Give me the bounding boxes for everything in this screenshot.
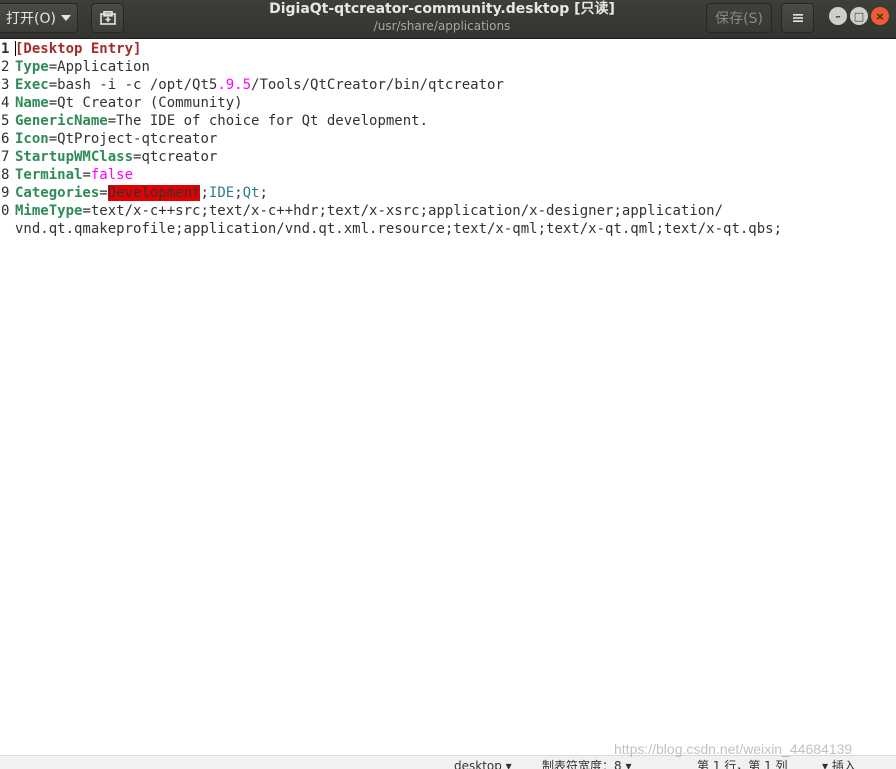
line-number: 8 <box>1 167 10 183</box>
code-line: GenericName=The IDE of choice for Qt dev… <box>15 112 428 130</box>
window-subtitle: /usr/share/applications <box>373 19 511 33</box>
equals: = <box>48 95 58 111</box>
new-document-button[interactable] <box>91 3 124 33</box>
equals: = <box>107 113 117 129</box>
minimize-button[interactable]: – <box>829 7 847 25</box>
line-number: 0 <box>1 203 10 219</box>
value: /Tools/QtCreator/bin/qtcreator <box>251 77 504 93</box>
header-bar: 打开(O) DigiaQt-qtcreator-community.deskto… <box>0 0 896 39</box>
key: Icon <box>15 131 49 147</box>
equals: = <box>82 167 91 183</box>
value: bash -i -c /opt/Qt5 <box>57 77 218 93</box>
line-number: 6 <box>1 131 10 147</box>
code-line: [Desktop Entry] <box>15 40 141 58</box>
code-line: Name=Qt Creator (Community) <box>15 94 243 112</box>
watermark: https://blog.csdn.net/weixin_44684139 <box>614 741 853 757</box>
separator: ; <box>259 185 268 201</box>
hamburger-icon <box>792 14 803 22</box>
value: The IDE of choice for Qt development. <box>116 113 429 129</box>
error-highlight: Development <box>107 185 201 201</box>
category: Qt <box>242 185 260 201</box>
key: Name <box>15 95 49 111</box>
close-button[interactable]: × <box>871 7 889 25</box>
equals: = <box>82 203 91 219</box>
line-number: 3 <box>1 77 10 93</box>
menu-button[interactable] <box>781 3 814 33</box>
category: IDE <box>208 185 235 201</box>
open-button-label: 打开(O) <box>6 11 56 27</box>
key: GenericName <box>15 113 108 129</box>
value: qtcreator <box>141 149 218 165</box>
line-number: 2 <box>1 59 10 75</box>
equals: = <box>99 185 108 201</box>
line-number: 9 <box>1 185 10 201</box>
new-document-icon <box>99 11 116 25</box>
chevron-down-icon <box>60 15 71 21</box>
window-title: DigiaQt-qtcreator-community.desktop [只读] <box>269 1 615 17</box>
key: Exec <box>15 77 49 93</box>
value: text/x-c++src;text/x-c++hdr;text/x-xsrc;… <box>90 203 724 219</box>
open-button[interactable]: 打开(O) <box>0 3 78 33</box>
line-number: 5 <box>1 113 10 129</box>
equals: = <box>48 59 58 75</box>
code-line: Icon=QtProject-qtcreator <box>15 130 217 148</box>
version-number: .9.5 <box>217 77 252 93</box>
separator: ; <box>200 185 209 201</box>
key: MimeType <box>15 203 83 219</box>
value: Qt Creator (Community) <box>57 95 243 111</box>
code-line-wrapped: vnd.qt.qmakeprofile;application/vnd.qt.x… <box>15 221 783 237</box>
equals: = <box>48 131 58 147</box>
code-line: Categories=Development;IDE;Qt; <box>15 184 268 202</box>
code-line: Type=Application <box>15 58 150 76</box>
code-line: Terminal=false <box>15 166 133 184</box>
maximize-button[interactable]: □ <box>850 7 868 25</box>
value: QtProject-qtcreator <box>57 131 218 147</box>
code-line: Exec=bash -i -c /opt/Qt5.9.5/Tools/QtCre… <box>15 76 504 94</box>
key: Terminal <box>15 167 83 183</box>
save-button[interactable]: 保存(S) <box>706 3 772 33</box>
code-line: MimeType=text/x-c++src;text/x-c++hdr;tex… <box>15 202 723 220</box>
key: StartupWMClass <box>15 149 134 165</box>
value: Application <box>57 59 150 75</box>
line-number: 4 <box>1 95 10 111</box>
line-number: 7 <box>1 149 10 165</box>
key: Type <box>15 59 49 75</box>
line-number: 1 <box>1 41 10 57</box>
text-editor[interactable]: 1 2 3 4 5 6 7 8 9 0 [Desktop Entry] Type… <box>0 39 896 755</box>
boolean-value: false <box>90 167 134 183</box>
status-bar: desktop ▾ 制表符宽度：8 ▾ 第 1 行，第 1 列 ▾ 插入 <box>0 755 896 769</box>
separator: ; <box>234 185 243 201</box>
section-header: [Desktop Entry] <box>15 41 142 57</box>
equals: = <box>48 77 58 93</box>
code-line: StartupWMClass=qtcreator <box>15 148 217 166</box>
key: Categories <box>15 185 100 201</box>
